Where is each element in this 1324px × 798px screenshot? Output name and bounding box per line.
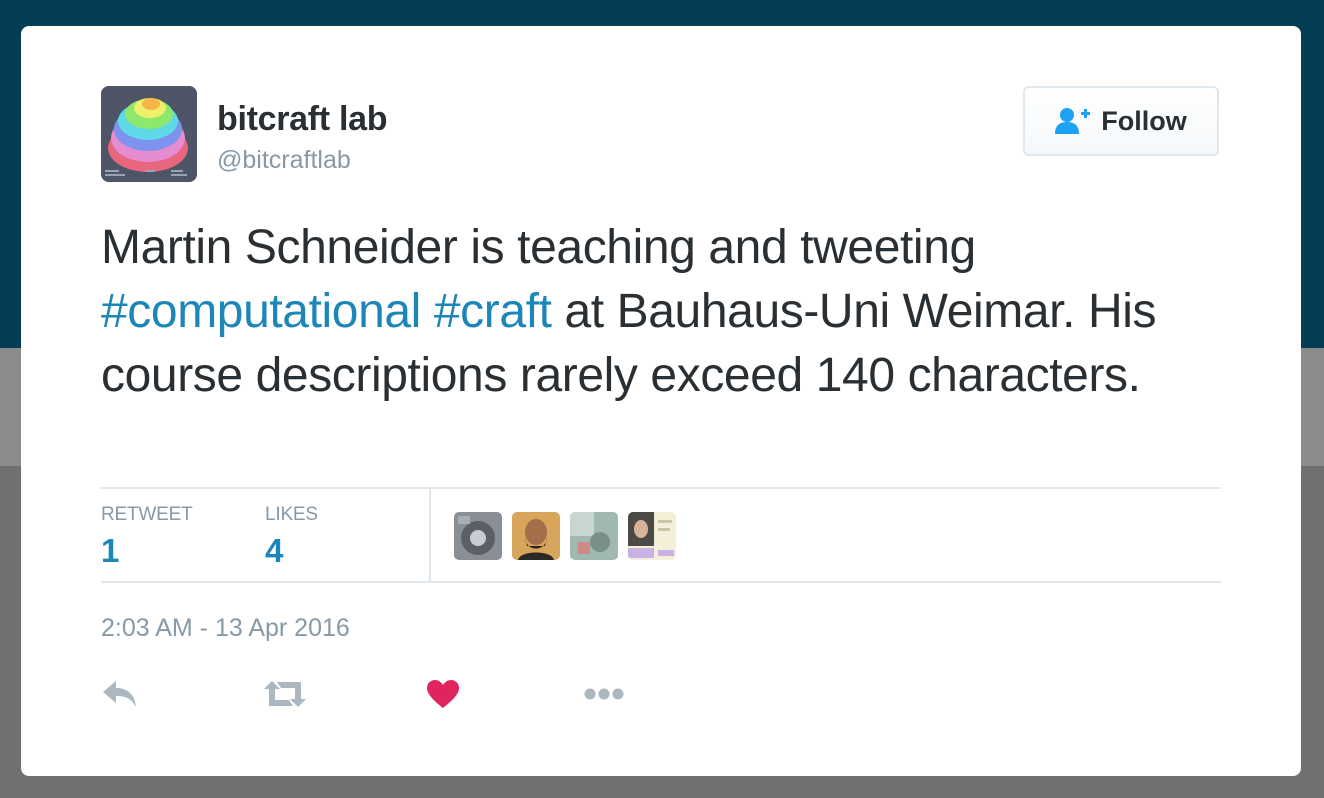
- stats-vertical-divider: [429, 488, 431, 582]
- likes-count-label: LIKES: [265, 504, 318, 525]
- add-user-icon: [1055, 108, 1091, 134]
- retweet-icon: [264, 681, 306, 707]
- heart-icon: [427, 680, 459, 708]
- stats-bottom-divider: [101, 581, 1221, 583]
- liker-avatar-4[interactable]: [628, 512, 676, 560]
- retweet-button[interactable]: [263, 676, 307, 712]
- reply-icon: [103, 681, 136, 707]
- hashtag-computational[interactable]: #computational: [101, 285, 421, 338]
- retweet-count-label: RETWEET: [101, 504, 193, 525]
- more-button[interactable]: [584, 676, 626, 712]
- layered-blob-avatar-icon: [101, 86, 197, 182]
- liker-avatar-3[interactable]: [570, 512, 618, 560]
- tweet-timestamp[interactable]: 2:03 AM - 13 Apr 2016: [101, 614, 350, 643]
- reply-button[interactable]: [101, 676, 139, 712]
- like-button[interactable]: [426, 676, 460, 712]
- hashtag-craft[interactable]: #craft: [434, 285, 552, 338]
- tweet-text-segment: [421, 285, 434, 338]
- screen-name[interactable]: @bitcraftlab: [217, 146, 351, 175]
- tweet-text-segment: Martin Schneider is teaching and tweetin…: [101, 221, 976, 274]
- more-dots-icon: [584, 688, 624, 700]
- follow-button-label: Follow: [1101, 105, 1187, 136]
- tweet-text: Martin Schneider is teaching and tweetin…: [101, 216, 1221, 408]
- likes-count[interactable]: 4: [265, 532, 283, 570]
- tweet-card: bitcraft lab @bitcraftlab Follow Martin …: [21, 26, 1301, 776]
- display-name[interactable]: bitcraft lab: [217, 100, 388, 139]
- liker-avatar-1[interactable]: [454, 512, 502, 560]
- likers-list: [454, 512, 676, 560]
- user-avatar[interactable]: [101, 86, 197, 182]
- liker-avatar-2[interactable]: [512, 512, 560, 560]
- follow-button[interactable]: Follow: [1023, 86, 1219, 156]
- retweet-count[interactable]: 1: [101, 532, 119, 570]
- stats-top-divider: [101, 487, 1221, 489]
